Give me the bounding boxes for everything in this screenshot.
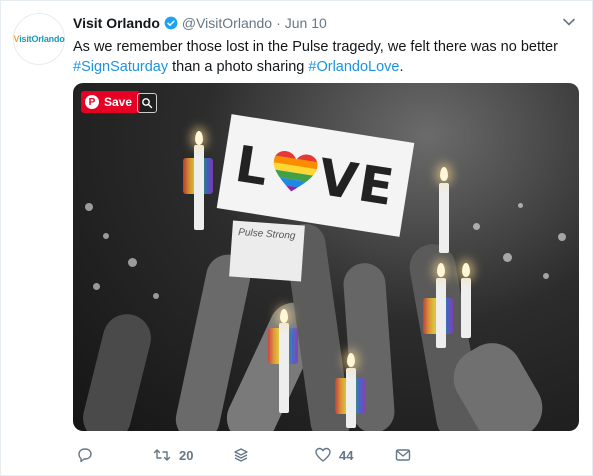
account-handle[interactable]: @VisitOrlando — [182, 15, 272, 31]
like-button[interactable]: 44 — [315, 447, 353, 463]
candle-flame — [347, 353, 355, 367]
candle — [439, 183, 449, 253]
tweet-photo[interactable]: L VE Pulse Strong P Save — [73, 83, 579, 431]
heart-icon — [315, 447, 331, 462]
verified-badge-icon — [164, 16, 178, 30]
bokeh-light — [558, 233, 566, 241]
tweet-text-part2: than a photo sharing — [168, 59, 309, 75]
bokeh-light — [103, 233, 109, 239]
tweet-card: VisitOrlando Visit Orlando @VisitOrlando… — [0, 0, 593, 476]
direct-message-button[interactable] — [395, 447, 411, 463]
header-separator: · — [276, 15, 281, 31]
candle-flame — [280, 309, 288, 323]
retweet-button[interactable]: 20 — [153, 447, 193, 463]
account-name[interactable]: Visit Orlando — [73, 15, 160, 31]
candle — [436, 278, 446, 348]
retweet-count: 20 — [179, 447, 194, 463]
candle — [279, 323, 289, 413]
buffer-share-button[interactable] — [233, 447, 249, 463]
retweet-icon — [153, 449, 171, 461]
reply-button[interactable] — [77, 447, 93, 463]
tweet-text-part3: . — [399, 59, 404, 75]
visual-search-lens-button[interactable] — [137, 93, 157, 113]
bokeh-light — [543, 273, 549, 279]
bokeh-light — [518, 203, 523, 208]
chevron-down-icon[interactable] — [562, 15, 576, 29]
tweet-header: Visit Orlando @VisitOrlando · Jun 10 — [73, 13, 576, 33]
candle — [194, 145, 204, 230]
love-sign: L VE — [216, 114, 415, 237]
bokeh-light — [85, 203, 93, 211]
tweet-text: As we remember those lost in the Pulse t… — [73, 37, 573, 77]
hashtag-signsaturday[interactable]: #SignSaturday — [73, 59, 168, 75]
sign-letters-ve: VE — [314, 147, 400, 217]
candle — [346, 368, 356, 428]
bokeh-light — [128, 258, 137, 267]
tweet-actions: 20 44 — [73, 445, 413, 465]
tweet-date[interactable]: Jun 10 — [285, 15, 327, 31]
bokeh-light — [503, 253, 512, 262]
like-count: 44 — [339, 447, 354, 463]
pinterest-icon: P — [85, 95, 99, 109]
avatar-logo-text: isitOrlando — [19, 34, 65, 44]
candle — [461, 278, 471, 338]
bokeh-light — [473, 223, 480, 230]
stack-layers-icon — [234, 448, 248, 462]
pinterest-save-button[interactable]: P Save — [81, 91, 141, 113]
candle-flame — [440, 167, 448, 181]
bokeh-light — [153, 293, 159, 299]
rainbow-heart-icon — [269, 148, 320, 195]
avatar[interactable]: VisitOrlando — [13, 13, 65, 65]
bokeh-light — [93, 283, 100, 290]
magnifier-icon — [142, 98, 153, 109]
pinterest-save-label: Save — [104, 95, 133, 109]
envelope-icon — [395, 449, 411, 461]
candle-flame — [195, 131, 203, 145]
raised-arm — [77, 309, 157, 431]
reply-icon — [78, 448, 92, 463]
tweet-text-part1: As we remember those lost in the Pulse t… — [73, 39, 558, 55]
handwritten-note: Pulse Strong — [229, 220, 305, 282]
candle-flame — [462, 263, 470, 277]
hashtag-orlandolove[interactable]: #OrlandoLove — [308, 59, 399, 75]
candle-flame — [437, 263, 445, 277]
